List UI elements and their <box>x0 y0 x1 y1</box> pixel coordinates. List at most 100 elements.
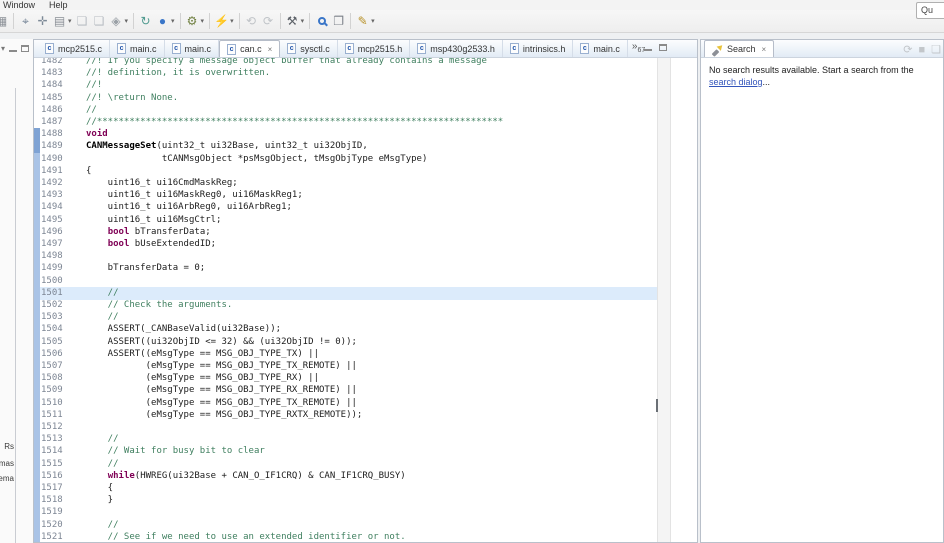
memory-icon[interactable]: ▤ <box>51 12 68 30</box>
main-toolbar: ▦ ⌖ ✛ ▤ ▾ ❏ ❏ ◈ ▾ ↻ ● ▾ ⚙ ▾ ⚡ ▾ ⟲ ⟳ ⚒ ▾ ❐ ✎ ▾ <box>0 10 944 33</box>
build-icon[interactable]: ⚒ <box>284 12 301 30</box>
build-icon-dropdown[interactable]: ▾ <box>301 17 305 25</box>
probe-icon[interactable]: ✛ <box>34 12 51 30</box>
tab-mcp2515.h[interactable]: c mcp2515.h <box>338 40 411 57</box>
maximize-editor-icon[interactable] <box>659 44 667 51</box>
run-search-again-icon[interactable]: ⟳ <box>903 43 912 56</box>
menu-bar: Window Help <box>0 0 944 10</box>
code-line-1495: 1495 uint16_t ui16MsgCtrl; <box>34 213 697 227</box>
code-text: // <box>86 312 119 323</box>
code-line-1514: 1514 // Wait for busy bit to clear <box>34 445 697 459</box>
code-line-1520: 1520 // <box>34 518 697 532</box>
code-text: while(HWREG(ui32Base + CAN_O_IF1CRQ) & C… <box>107 470 406 481</box>
minimize-icon[interactable] <box>9 49 18 52</box>
line-number: 1485 <box>41 92 63 103</box>
close-icon[interactable]: × <box>762 45 767 54</box>
line-number: 1499 <box>41 263 63 274</box>
target-config-icon[interactable]: ⌖ <box>17 12 34 30</box>
vertical-scrollbar[interactable] <box>656 58 671 542</box>
diff-change-marker <box>34 457 40 471</box>
tab-label: main.c <box>184 43 212 54</box>
line-number: 1490 <box>41 153 63 164</box>
cancel-search-icon[interactable]: ■ <box>918 44 925 56</box>
line-number: 1489 <box>41 141 63 152</box>
dump2-icon[interactable]: ❏ <box>91 12 108 30</box>
line-number: 1513 <box>41 434 63 445</box>
diff-change-marker <box>34 164 40 178</box>
code-line-1501: 1501 // <box>34 286 697 300</box>
code-text: { <box>86 483 114 493</box>
minimize-editor-icon[interactable] <box>644 48 652 51</box>
code-text: // <box>86 104 97 115</box>
search-icon[interactable] <box>313 12 330 30</box>
flash-icon[interactable]: ⚡ <box>213 12 230 30</box>
code-line-1490: 1490 tCANMsgObject *psMsgObject, tMsgObj… <box>34 152 697 166</box>
code-text: (eMsgType == MSG_OBJ_TYPE_TX_REMOTE) || <box>86 397 357 408</box>
tab-main.c[interactable]: c main.c <box>110 40 165 57</box>
line-number: 1498 <box>41 251 63 262</box>
code-text: // See if we need to use an extended ide… <box>86 531 406 542</box>
clipped-label: lema <box>0 474 14 483</box>
line-number: 1504 <box>41 324 63 335</box>
tab-msp430g2533.h[interactable]: c msp430g2533.h <box>410 40 503 57</box>
new-target-icon[interactable]: ● <box>154 12 171 30</box>
search-empty-message: No search results available. Start a sea… <box>709 65 914 87</box>
close-icon[interactable]: × <box>268 45 273 54</box>
undo-icon[interactable]: ⟲ <box>243 12 260 30</box>
new-target-icon-dropdown[interactable]: ▾ <box>171 17 175 25</box>
pin-search-icon[interactable]: ❏ <box>931 43 941 56</box>
sash-divider[interactable] <box>15 88 16 543</box>
debug-gear-icon-dropdown[interactable]: ▾ <box>201 17 205 25</box>
trace-pencil-icon-dropdown[interactable]: ▾ <box>371 17 375 25</box>
tab-intrinsics.h[interactable]: c intrinsics.h <box>503 40 574 57</box>
tab-search[interactable]: Search × <box>704 40 775 57</box>
code-line-1504: 1504 ASSERT(_CANBaseValid(ui32Base)); <box>34 323 697 337</box>
code-text: // Wait for busy bit to clear <box>86 446 265 457</box>
tab-mcp2515.c[interactable]: c mcp2515.c <box>38 40 111 57</box>
tab-main.c[interactable]: c main.c <box>165 40 220 57</box>
code-line-1512: 1512 <box>34 421 697 434</box>
code-text: // <box>86 434 119 445</box>
trace-pencil-icon[interactable]: ✎ <box>354 12 371 30</box>
memory-icon-dropdown[interactable]: ▾ <box>68 17 72 25</box>
debug-gear-icon[interactable]: ⚙ <box>184 12 201 30</box>
diff-change-marker <box>34 494 40 508</box>
diff-change-marker <box>34 433 40 447</box>
code-text: (eMsgType == MSG_OBJ_TYPE_RXTX_REMOTE)); <box>86 409 363 420</box>
code-line-1486: 1486 // <box>34 104 697 117</box>
refresh-icon[interactable]: ↻ <box>137 12 154 30</box>
diff-change-marker <box>34 213 40 227</box>
diff-change-marker <box>34 506 40 520</box>
diff-change-marker <box>34 128 40 142</box>
quick-access-box[interactable]: Qu <box>916 2 944 19</box>
dump-icon[interactable]: ❏ <box>74 12 91 30</box>
tab-main.c[interactable]: c main.c <box>573 40 628 57</box>
diff-change-marker <box>34 311 40 325</box>
line-number: 1519 <box>41 507 63 518</box>
menu-window[interactable]: Window <box>3 0 35 10</box>
view-menu-icon[interactable]: ▾ <box>1 44 5 53</box>
search-tab-label: Search <box>727 44 756 54</box>
menu-help[interactable]: Help <box>49 0 68 10</box>
diff-change-marker <box>34 274 40 288</box>
ide-window: Window Help ▦ ⌖ ✛ ▤ ▾ ❏ ❏ ◈ ▾ ↻ ● ▾ ⚙ ▾ ⚡ ▾ ⟲ ⟳ ⚒ ▾ ❐ ✎ ▾ Qu ▾ … <box>0 0 944 543</box>
grid-icon[interactable]: ▦ <box>0 12 10 30</box>
tab-can.c[interactable]: c can.c × <box>219 40 281 57</box>
maximize-icon[interactable] <box>21 45 30 52</box>
toolbar-separator <box>179 13 181 29</box>
open-editor-icon[interactable]: ❐ <box>330 12 347 30</box>
line-number: 1492 <box>41 178 63 188</box>
tab-sysctl.c[interactable]: c sysctl.c <box>280 40 338 57</box>
code-editor[interactable]: 1482//! If you specify a message object … <box>34 58 697 542</box>
redo-icon[interactable]: ⟳ <box>260 12 277 30</box>
code-line-1494: 1494 uint16_t ui16ArbReg0, ui16ArbReg1; <box>34 201 697 215</box>
restore-icon[interactable]: ◈ <box>108 12 125 30</box>
restore-icon-dropdown[interactable]: ▾ <box>125 17 129 25</box>
flash-icon-dropdown[interactable]: ▾ <box>230 17 234 25</box>
diff-change-marker <box>34 469 40 483</box>
line-number: 1497 <box>41 239 63 249</box>
caret-position-marker <box>656 399 658 412</box>
search-dialog-link[interactable]: search dialog <box>709 77 763 87</box>
code-line-1517: 1517 { <box>34 482 697 495</box>
code-line-1507: 1507 (eMsgType == MSG_OBJ_TYPE_TX_REMOTE… <box>34 360 697 373</box>
